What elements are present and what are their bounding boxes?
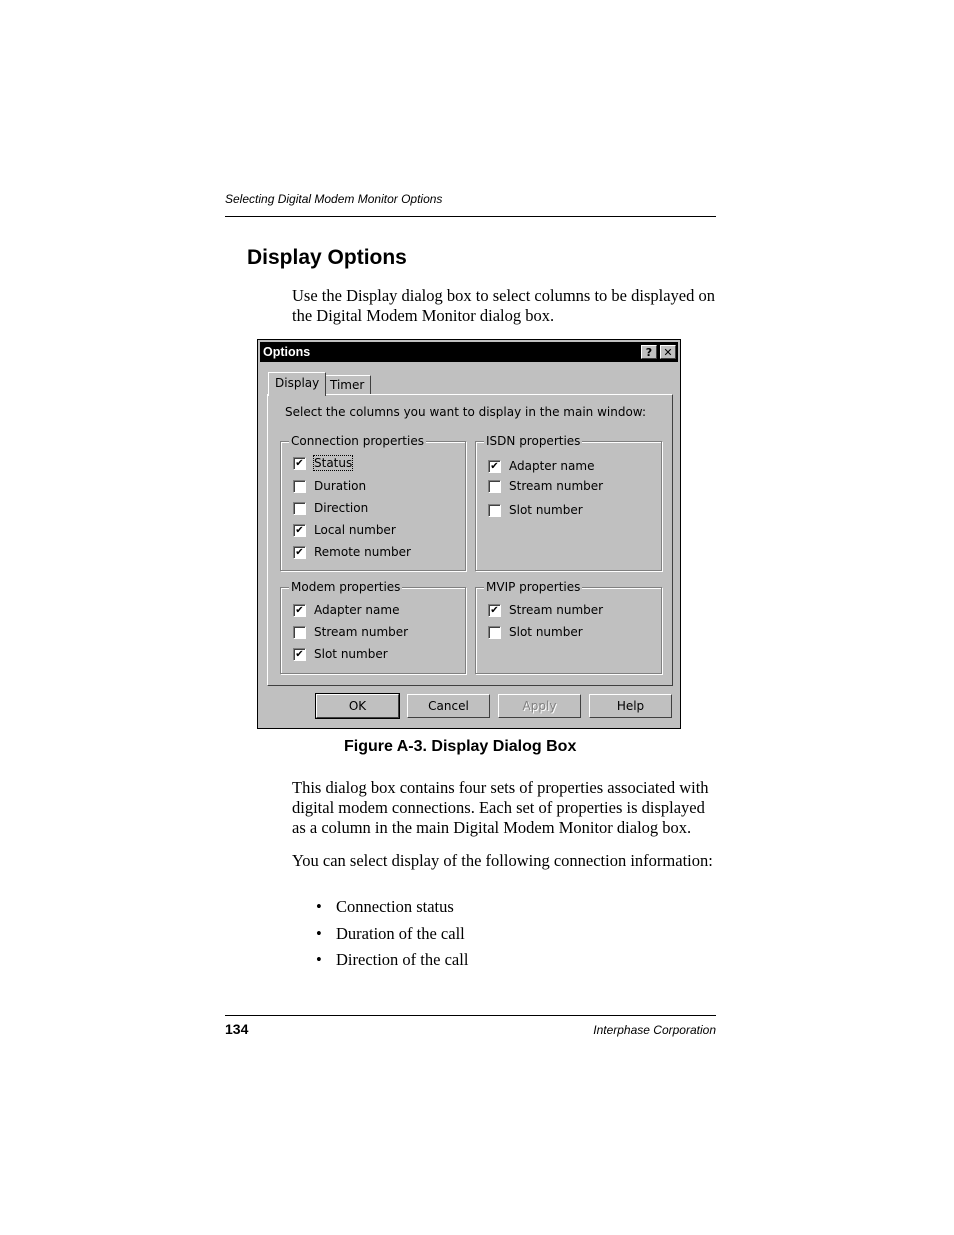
checkbox-local-number[interactable]: ✔ Local number: [293, 523, 396, 537]
checkbox-mvip-stream-number[interactable]: ✔ Stream number: [488, 603, 603, 617]
checkbox-modem-adapter-name[interactable]: ✔ Adapter name: [293, 603, 399, 617]
paragraph-2: You can select display of the following …: [292, 851, 713, 870]
instruction-text: Select the columns you want to display i…: [285, 405, 646, 419]
list-item: • Direction of the call: [316, 950, 468, 977]
mvip-properties-group: MVIP properties ✔ Stream number Slot numb…: [475, 580, 662, 674]
help-button[interactable]: Help: [589, 694, 672, 718]
header-rule: [225, 216, 716, 217]
checkbox-duration[interactable]: Duration: [293, 479, 366, 493]
checkbox-label: Slot number: [509, 625, 583, 639]
bullet-icon: •: [316, 897, 322, 916]
paragraph-1: This dialog box contains four sets of pr…: [292, 778, 709, 837]
checkbox-mvip-slot-number[interactable]: Slot number: [488, 625, 583, 639]
running-head: Selecting Digital Modem Monitor Options: [225, 192, 443, 206]
list-item: • Connection status: [316, 897, 468, 924]
checkbox-remote-number[interactable]: ✔ Remote number: [293, 545, 411, 559]
checkbox-label: Slot number: [314, 647, 388, 661]
checkbox-direction[interactable]: Direction: [293, 501, 368, 515]
checkbox-label: Slot number: [509, 503, 583, 517]
tab-timer[interactable]: Timer: [323, 375, 372, 394]
check-icon: ✔: [293, 523, 306, 537]
footer-rule: [225, 1015, 716, 1016]
check-icon: ✔: [488, 459, 501, 473]
list-item-text: Connection status: [336, 897, 454, 916]
bullet-icon: •: [316, 950, 322, 969]
list-item-text: Duration of the call: [336, 923, 465, 943]
intro-paragraph: Use the Display dialog box to select col…: [292, 286, 715, 325]
options-dialog: Options ? ✕ Display Timer Select the col…: [257, 339, 681, 729]
dialog-title: Options: [263, 345, 311, 359]
bullet-icon: •: [316, 923, 322, 943]
apply-button[interactable]: Apply: [498, 694, 581, 718]
checkbox-isdn-stream-number[interactable]: Stream number: [488, 479, 603, 493]
close-icon[interactable]: ✕: [660, 345, 676, 359]
footer-company: Interphase Corporation: [593, 1023, 716, 1037]
cancel-button[interactable]: Cancel: [407, 694, 490, 718]
group-label: ISDN properties: [484, 434, 583, 448]
checkbox-label: Adapter name: [314, 603, 400, 617]
list-item: • Duration of the call: [316, 924, 468, 951]
tab-display[interactable]: Display: [268, 372, 327, 396]
checkbox-label: Duration: [314, 479, 367, 493]
list-item-text: Direction of the call: [336, 950, 469, 969]
check-icon: ✔: [293, 647, 306, 661]
checkbox-label: Stream number: [509, 479, 604, 493]
bullet-list: • Connection status • Duration of the call…: [316, 897, 468, 977]
check-icon: ✔: [293, 603, 306, 617]
connection-properties-group: Connection properties ✔ Status Duration D…: [280, 434, 466, 571]
checkbox-modem-slot-number[interactable]: ✔ Slot number: [293, 647, 388, 661]
check-icon: ✔: [293, 456, 306, 470]
section-heading: Display Options: [247, 246, 407, 269]
ok-button[interactable]: OK: [315, 693, 400, 719]
help-icon[interactable]: ?: [641, 345, 657, 359]
checkbox-status[interactable]: ✔ Status: [293, 455, 354, 471]
checkbox-isdn-adapter-name[interactable]: ✔ Adapter name: [488, 459, 594, 473]
check-icon: ✔: [293, 545, 306, 559]
checkbox-label: Adapter name: [509, 459, 595, 473]
checkbox-label: Status: [312, 455, 354, 471]
checkbox-box: [488, 625, 501, 639]
dialog-titlebar: Options ? ✕: [260, 342, 678, 362]
checkbox-isdn-slot-number[interactable]: Slot number: [488, 503, 583, 517]
group-label: Connection properties: [289, 434, 426, 448]
checkbox-box: [488, 479, 501, 493]
checkbox-label: Local number: [314, 523, 396, 537]
checkbox-label: Stream number: [509, 603, 604, 617]
checkbox-box: [488, 503, 501, 517]
checkbox-label: Stream number: [314, 625, 409, 639]
checkbox-box: [293, 479, 306, 493]
group-label: Modem properties: [289, 580, 403, 594]
isdn-properties-group: ISDN properties ✔ Adapter name Stream num…: [475, 434, 662, 571]
checkbox-modem-stream-number[interactable]: Stream number: [293, 625, 408, 639]
figure-caption: Figure A-3. Display Dialog Box: [344, 738, 577, 755]
checkbox-box: [293, 625, 306, 639]
checkbox-label: Direction: [314, 501, 369, 515]
checkbox-box: [293, 501, 306, 515]
check-icon: ✔: [488, 603, 501, 617]
group-label: MVIP properties: [484, 580, 583, 594]
checkbox-label: Remote number: [314, 545, 411, 559]
page-number: 134: [225, 1021, 249, 1037]
modem-properties-group: Modem properties ✔ Adapter name Stream nu…: [280, 580, 466, 674]
